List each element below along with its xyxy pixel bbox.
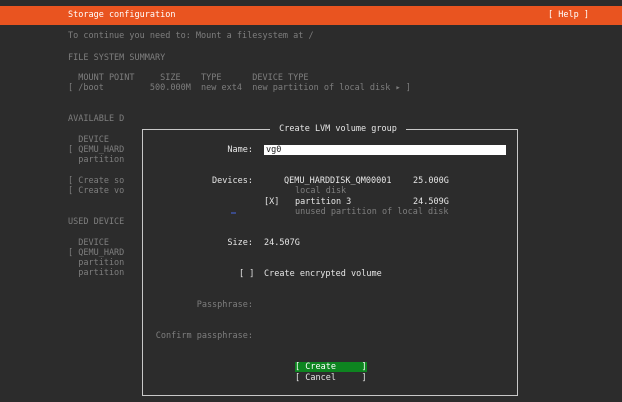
dialog-title: Create LVM volume group [270, 124, 406, 135]
installer-screen: Storage configuration [ Help ] To contin… [0, 0, 622, 402]
fs-summary-heading: FILE SYSTEM SUMMARY [68, 53, 166, 63]
available-partition-row[interactable]: partition [68, 155, 124, 165]
name-label: Name: [227, 145, 253, 155]
help-button[interactable]: [ Help ] [548, 10, 589, 20]
header-bar: Storage configuration [ Help ] [0, 6, 622, 25]
available-col-device: DEVICE [68, 135, 109, 145]
available-devices-heading: AVAILABLE D [68, 114, 125, 124]
focus-marker [231, 212, 236, 214]
size-label: Size: [227, 238, 253, 248]
encrypt-label: Create encrypted volume [264, 269, 382, 279]
create-volume-group-row[interactable]: [ Create vo [68, 186, 124, 196]
fs-summary-columns: MOUNT POINT SIZE TYPE DEVICE TYPE [68, 73, 309, 83]
create-lvm-dialog: Create LVM volume group Name: Devices: Q… [142, 124, 518, 396]
cancel-button[interactable]: [ Cancel ] [295, 373, 367, 383]
used-devices-heading: USED DEVICE [68, 217, 125, 227]
device-disk-desc: local disk [295, 186, 347, 196]
device-partition-size: 24.509G [413, 197, 449, 207]
fs-summary-row[interactable]: [ /boot 500.000M new ext4 new partition … [68, 83, 411, 93]
used-disk-row[interactable]: [ QEMU_HARD [68, 248, 124, 258]
instruction-text: To continue you need to: Mount a filesys… [68, 31, 314, 41]
device-partition-name: partition 3 [295, 197, 352, 207]
passphrase-label: Passphrase: [196, 300, 253, 310]
create-button[interactable]: [ Create ] [295, 362, 367, 372]
vg-name-input[interactable] [264, 145, 506, 155]
size-value: 24.507G [264, 238, 300, 248]
confirm-passphrase-label: Confirm passphrase: [155, 331, 253, 341]
device-disk-name: QEMU_HARDDISK_QM00001 [284, 176, 392, 186]
used-partition-row-2[interactable]: partition [68, 268, 124, 278]
create-software-raid-row[interactable]: [ Create so [68, 176, 124, 186]
device-partition-checkbox[interactable]: [X] [264, 197, 279, 207]
encrypt-checkbox[interactable]: [ ] [239, 269, 254, 279]
used-partition-row-1[interactable]: partition [68, 258, 124, 268]
available-disk-row[interactable]: [ QEMU_HARD [68, 145, 124, 155]
used-col-device: DEVICE [68, 238, 109, 248]
page-title: Storage configuration [68, 10, 176, 20]
device-partition-desc: unused partition of local disk [295, 207, 449, 217]
device-disk-size: 25.000G [413, 176, 449, 186]
devices-label: Devices: [212, 176, 253, 186]
